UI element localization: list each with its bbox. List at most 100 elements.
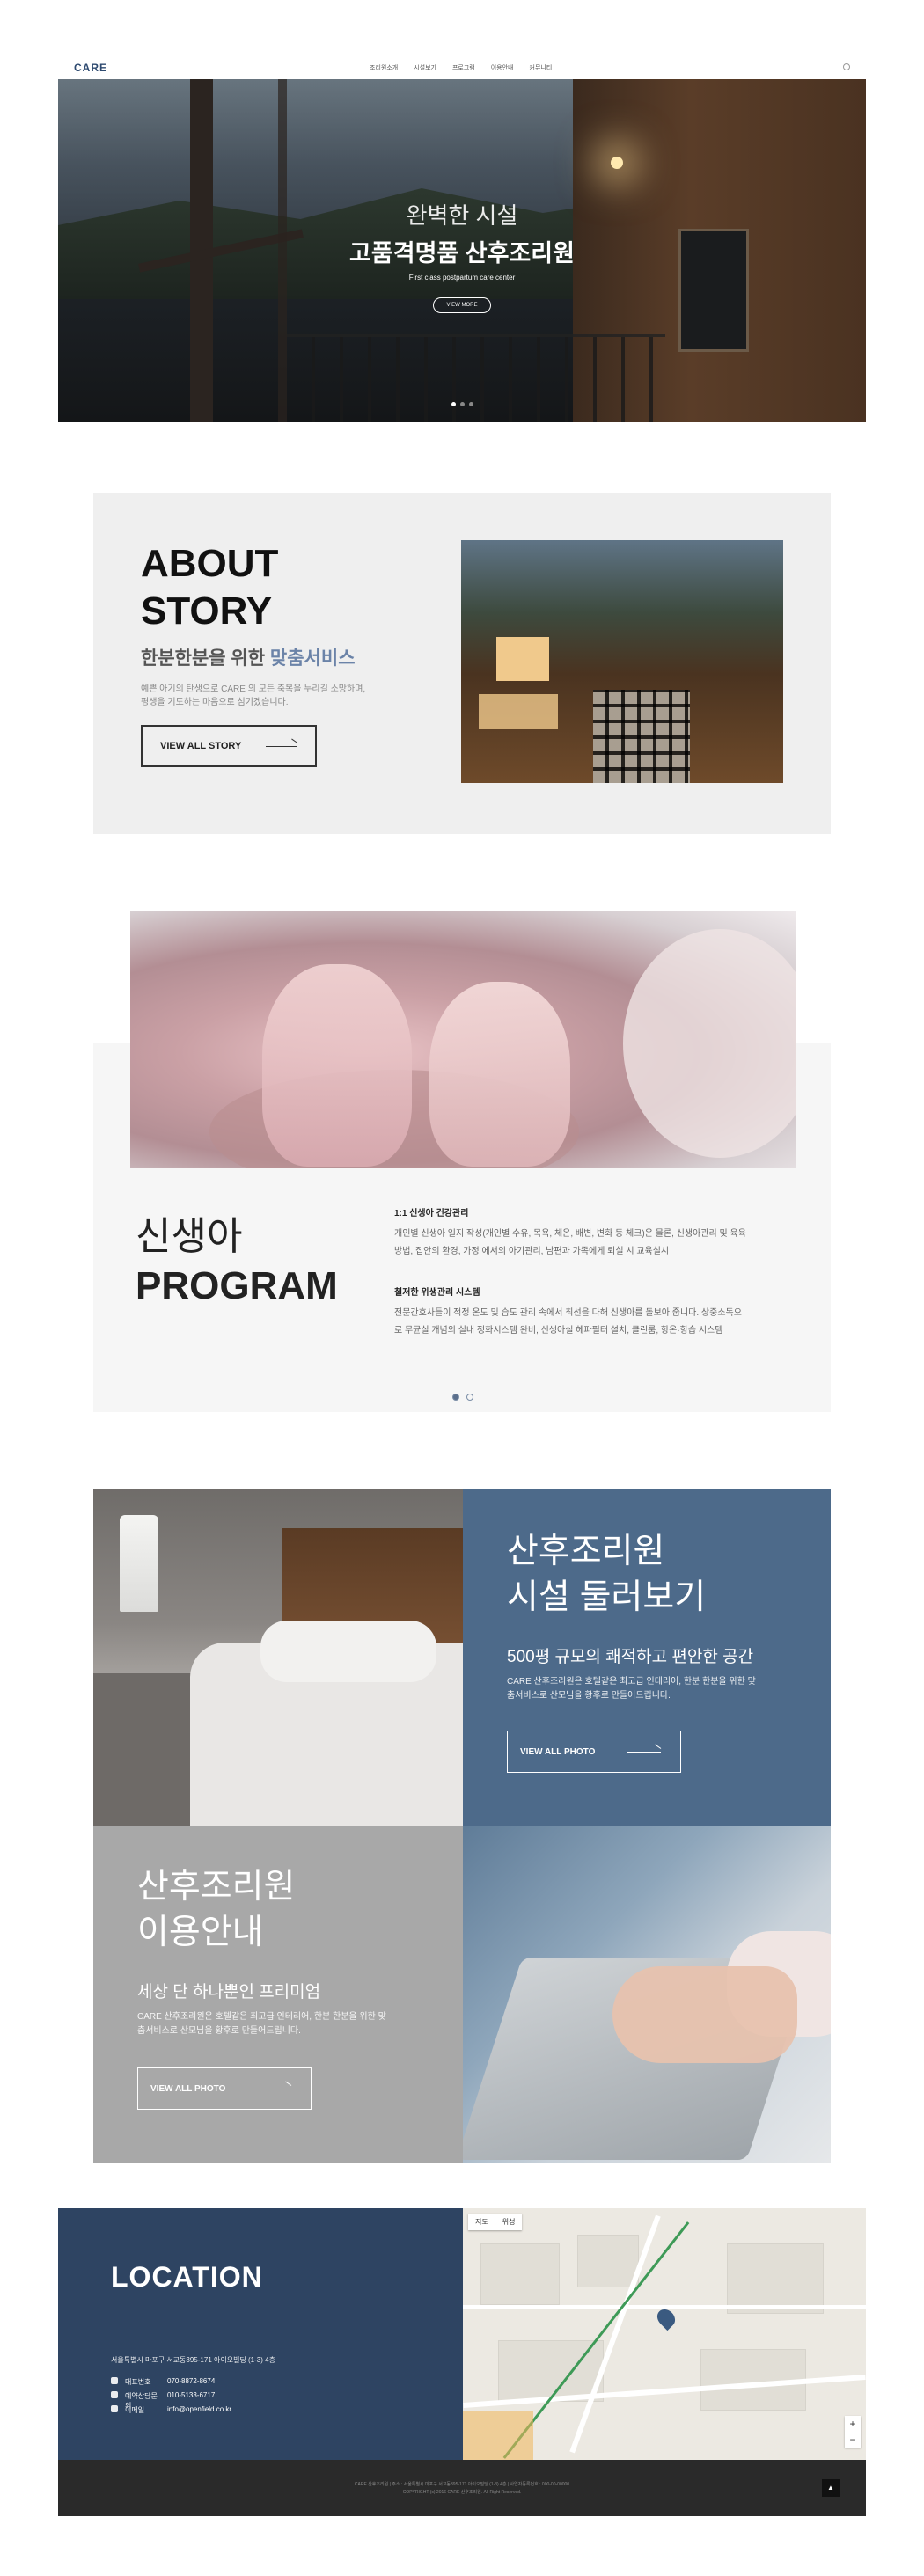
hero-subtitle: 완벽한 시설 <box>406 202 518 229</box>
arrow-right-icon <box>627 1752 661 1753</box>
guide-title-line2: 이용안내 <box>137 1914 264 1951</box>
program-title-line2: PROGRAM <box>136 1264 338 1307</box>
location-address: 서울특별시 마포구 서교동395-171 아이오빌딩 (1-3) 4층 <box>111 2356 275 2364</box>
guide-desc-line2: 춤서비스로 산모님을 황후로 만들어드립니다. <box>137 2026 301 2036</box>
main-nav: 조리원소개 시설보기 프로그램 이용안내 커뮤니티 <box>370 63 552 72</box>
facility-view-all-photo-button[interactable]: VIEW ALL PHOTO <box>507 1731 681 1773</box>
guide-button-label: VIEW ALL PHOTO <box>150 2083 226 2094</box>
facility-desc-line2: 춤서비스로 산모님을 황후로 만들어드립니다. <box>507 1691 671 1701</box>
guide-title: 산후조리원 이용안내 <box>137 1864 295 1956</box>
photo-window <box>479 694 558 729</box>
location-email-label: 이메일 <box>125 2406 145 2414</box>
nav-item-about[interactable]: 조리원소개 <box>370 63 398 72</box>
guide-description: CARE 산후조리원은 호텔같은 최고급 인테리어, 한분 한분을 위한 맞 춤… <box>137 2010 401 2038</box>
facility-desc-line1: CARE 산후조리원은 호텔같은 최고급 인테리어, 한분 한분을 위한 맞 <box>507 1677 756 1687</box>
about-title-line1: ABOUT <box>141 542 279 585</box>
map-block <box>727 2243 824 2314</box>
about-subtitle-highlight: 맞춤서비스 <box>269 648 356 669</box>
facility-subtitle: 500평 규모의 쾌적하고 편안한 공간 <box>507 1648 754 1666</box>
nav-item-community[interactable]: 커뮤니티 <box>530 63 553 72</box>
chat-icon <box>111 2391 118 2398</box>
hero-dot-2[interactable] <box>459 402 465 406</box>
program-block-health-title: 1:1 신생아 건강관리 <box>394 1209 469 1218</box>
guide-view-all-photo-button[interactable]: VIEW ALL PHOTO <box>137 2067 312 2110</box>
location-email-row: 이메일 info@openfield.co.kr <box>111 2405 231 2415</box>
location-map[interactable]: 지도 위성 + − <box>463 2208 866 2460</box>
mail-icon <box>111 2405 118 2412</box>
scroll-top-button[interactable]: ▲ <box>822 2479 840 2497</box>
program-dot-1[interactable] <box>452 1394 459 1401</box>
location-phone-value[interactable]: 070-8872-8674 <box>167 2377 215 2387</box>
program-block-hygiene-line1: 전문간호사들이 적정 온도 및 습도 관리 속에서 최선을 다해 신생아를 돌보… <box>394 1308 742 1318</box>
guide-subtitle: 세상 단 하나뿐인 프리미엄 <box>137 1983 321 2002</box>
program-photo <box>130 911 796 1168</box>
photo-brick-wall <box>593 690 690 783</box>
map-zoom-control: + − <box>845 2416 861 2448</box>
bedroom-photo <box>93 1489 463 1826</box>
program-block-hygiene-line2: 로 무균실 개념의 실내 정화시스템 완비, 신생아실 헤파필터 설치, 클린룸… <box>394 1326 723 1336</box>
program-block-hygiene-title: 철저한 위생관리 시스템 <box>394 1288 480 1298</box>
program-dot-2[interactable] <box>466 1394 473 1401</box>
hero-text: 완벽한 시설 고품격명품 산후조리원 First class postpartu… <box>58 198 866 313</box>
about-title-line2: STORY <box>141 589 273 633</box>
site-footer: CARE 산후조리원 | 주소 : 서울특별시 마포구 서교동395-171 아… <box>58 2460 866 2516</box>
nav-item-guide[interactable]: 이용안내 <box>491 63 514 72</box>
about-section: ABOUT STORY 한분한분을 위한 맞춤서비스 예쁜 아기의 탄생으로 C… <box>93 493 831 834</box>
program-block-health: 1:1 신생아 건강관리 개인별 신생아 일지 작성(개인별 수유, 목욕, 체… <box>394 1205 799 1261</box>
hero-dot-1[interactable] <box>451 402 456 406</box>
program-block-health-line1: 개인별 신생아 일지 작성(개인별 수유, 목욕, 체온, 배변, 변화 등 체… <box>394 1229 746 1239</box>
hero-dot-3[interactable] <box>468 402 473 406</box>
photo-foot-left <box>262 964 412 1167</box>
about-title: ABOUT STORY <box>141 540 278 635</box>
about-subtitle-plain: 한분한분을 위한 <box>141 648 266 669</box>
guide-panel: 산후조리원 이용안내 세상 단 하나뿐인 프리미엄 CARE 산후조리원은 호텔… <box>93 1826 463 2163</box>
map-park <box>463 2411 533 2460</box>
hero-lamp <box>611 157 623 169</box>
about-subtitle: 한분한분을 위한 맞춤서비스 <box>141 644 356 670</box>
map-zoom-in-button[interactable]: + <box>845 2416 861 2432</box>
map-tab-map[interactable]: 지도 <box>468 2214 495 2230</box>
photo-pillow <box>260 1621 436 1682</box>
view-all-story-button[interactable]: VIEW ALL STORY <box>141 725 317 767</box>
location-email-value[interactable]: info@openfield.co.kr <box>167 2405 231 2415</box>
about-photo <box>461 540 783 783</box>
guide-title-line1: 산후조리원 <box>137 1868 296 1906</box>
photo-lamp <box>120 1515 158 1612</box>
facility-title-line1: 산후조리원 <box>507 1533 665 1570</box>
nav-item-program[interactable]: 프로그램 <box>452 63 475 72</box>
map-tab-satellite[interactable]: 위성 <box>495 2214 523 2230</box>
map-road <box>463 2305 866 2309</box>
map-marker-icon[interactable] <box>653 2305 679 2331</box>
program-title: 신생아 PROGRAM <box>136 1212 338 1311</box>
hero-title: 고품격명품 산후조리원 <box>349 240 575 267</box>
location-title: LOCATION <box>111 2261 263 2293</box>
hero-railing <box>287 334 665 422</box>
program-block-health-line2: 방법, 집안의 환경, 가정 에서의 아기관리, 남편과 가족에게 퇴실 시 교… <box>394 1247 670 1256</box>
arrow-right-icon <box>266 746 297 747</box>
site-logo[interactable]: CARE <box>74 62 107 74</box>
guide-desc-line1: CARE 산후조리원은 호텔같은 최고급 인테리어, 한분 한분을 위한 맞 <box>137 2012 386 2022</box>
program-pagination <box>452 1394 473 1401</box>
location-phone-row: 대표번호 070-8872-8674 <box>111 2377 215 2387</box>
photo-baby <box>623 929 796 1158</box>
program-block-hygiene: 철저한 위생관리 시스템 전문간호사들이 적정 온도 및 습도 관리 속에서 최… <box>394 1284 799 1340</box>
facility-title-line2: 시설 둘러보기 <box>507 1578 707 1616</box>
search-icon[interactable] <box>843 63 850 70</box>
map-block <box>480 2243 560 2305</box>
laptop-photo <box>463 1826 831 2163</box>
footer-copyright: COPYRIGHT (c) 2016 CARE 산후조리원. All Right… <box>402 2490 522 2495</box>
facility-title: 산후조리원 시설 둘러보기 <box>507 1529 706 1621</box>
hero-view-more-button[interactable]: VIEW MORE <box>433 297 491 313</box>
photo-foot-right <box>429 982 570 1167</box>
map-zoom-out-button[interactable]: − <box>845 2432 861 2448</box>
facility-description: CARE 산후조리원은 호텔같은 최고급 인테리어, 한분 한분을 위한 맞 춤… <box>507 1675 771 1703</box>
hero-pagination <box>58 402 866 406</box>
map-block <box>577 2235 639 2287</box>
about-desc-line2: 평생을 기도하는 마음으로 섬기겠습니다. <box>141 698 289 707</box>
location-phone-label: 대표번호 <box>125 2378 151 2386</box>
about-description: 예쁜 아기의 탄생으로 CARE 의 모든 축복을 누리길 소망하며, 평생을 … <box>141 683 431 709</box>
nav-item-facility[interactable]: 시설보기 <box>414 63 436 72</box>
footer-info: CARE 산후조리원 | 주소 : 서울특별시 마포구 서교동395-171 아… <box>354 2482 570 2487</box>
facility-panel: 산후조리원 시설 둘러보기 500평 규모의 쾌적하고 편안한 공간 CARE … <box>463 1489 831 1826</box>
location-section: LOCATION 서울특별시 마포구 서교동395-171 아이오빌딩 (1-3… <box>58 2208 463 2460</box>
